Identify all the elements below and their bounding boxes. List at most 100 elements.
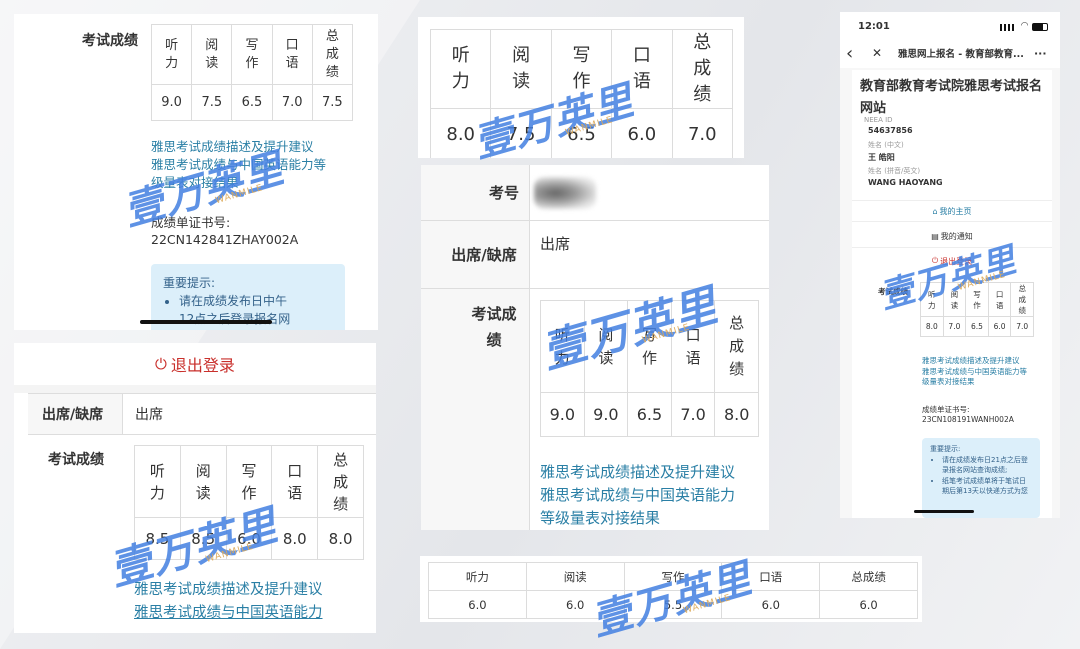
score-label-cell: 考试成绩: [421, 289, 529, 530]
phone-screenshot: 12:01 ◠ ‹ ✕ 雅思网上报名 - 教育部教育... ··· 教育部教育考…: [840, 12, 1060, 518]
attend-value: 出席: [529, 221, 570, 288]
header-reading: 阅读: [942, 282, 967, 317]
score-cse-link[interactable]: 雅思考试成绩与中国英语能力等: [151, 156, 326, 174]
header-char: 总: [333, 450, 349, 469]
status-bar: 12:01 ◠: [840, 12, 1060, 38]
score-label: 考试成绩: [878, 287, 908, 296]
score-links: 雅思考试成绩描述及提升建议 雅思考试成绩与中国英语能力等 级量表对接结果: [151, 138, 326, 192]
header-char: 成: [333, 472, 349, 491]
home-link[interactable]: ⌂ 我的主页: [852, 200, 1052, 222]
header-char: 力: [928, 300, 936, 310]
score-cse-link[interactable]: 雅思考试成绩与中国英语能力等: [922, 367, 1027, 378]
score-total: 8.0: [317, 517, 364, 560]
score-writing: 6.5: [965, 316, 989, 337]
score-card-4: 考号 出席/缺席 出席 考试成绩 听力 阅读 写作 口语 总成绩 9.0 9.0…: [421, 165, 769, 530]
name-en: WANG HAOYANG: [868, 178, 943, 187]
score-listening: 8.5: [134, 517, 181, 560]
header-speaking: 口语: [987, 282, 1012, 317]
attend-label: 出席/缺席: [451, 245, 517, 264]
section-divider: [14, 385, 376, 393]
score-cell-border: [529, 289, 530, 530]
header-writing: 写作: [623, 562, 723, 591]
header-char: 口: [995, 289, 1004, 299]
score-description-link[interactable]: 雅思考试成绩描述及提升建议: [922, 356, 1027, 367]
header-char: 作: [973, 300, 981, 310]
header-char: 语: [285, 55, 299, 71]
header-reading: 阅读: [525, 562, 625, 591]
table-header-row: 听力 阅读 写作 口语 总成绩: [429, 29, 734, 109]
neea-label: NEEA ID: [864, 116, 893, 124]
header-char: 作: [572, 71, 591, 92]
score-cse-link-cont[interactable]: 级量表对接结果: [922, 377, 1027, 388]
score-cse-link-cont[interactable]: 级量表对接结果: [151, 174, 326, 192]
header-char: 作: [245, 55, 259, 71]
home-indicator: [140, 320, 272, 324]
header-char: 力: [149, 483, 165, 502]
score-links: 雅思考试成绩描述及提升建议 雅思考试成绩与中国英语能力等 级量表对接结果: [922, 356, 1027, 388]
attend-value: 出席: [122, 394, 163, 434]
header-char: 阅: [205, 37, 219, 53]
close-icon[interactable]: ✕: [872, 46, 888, 60]
logout-link[interactable]: ⏻ 退出登录: [852, 252, 1052, 270]
name-cn-label: 姓名 (中文): [868, 141, 904, 149]
score-card-1: 考试成绩 听力 阅读 写作 口语 总成绩 9.0 7.5 6.5 7.0 7.5…: [14, 14, 378, 330]
table-row: 6.0 6.0 5.5 6.0 6.0: [428, 590, 918, 619]
score-description-link[interactable]: 雅思考试成绩描述及提升建议: [134, 579, 323, 602]
redaction-blur: [534, 177, 596, 209]
score-speaking: 8.0: [271, 517, 319, 560]
header-char: 写: [641, 325, 657, 344]
table-header-row: 听力 阅读 写作 口语 总成绩: [134, 445, 364, 518]
signal-icon: [1000, 24, 1014, 31]
logout-link[interactable]: 退出登录: [171, 352, 235, 376]
header-char: 阅: [598, 325, 614, 344]
notice-box: 重要提示: 请在成绩发布日21点之后登录报名网站查询成绩; 纸笔考试成绩单将于笔…: [922, 438, 1040, 518]
score-reading: 8.5: [179, 517, 227, 560]
score-listening: 8.0: [920, 316, 944, 337]
back-icon[interactable]: ‹: [846, 43, 864, 64]
score-listening: 9.0: [540, 392, 585, 437]
notice-item: 请在成绩发布日21点之后登录报名网站查询成绩;: [942, 455, 1032, 476]
battery-icon: [1032, 23, 1048, 31]
home-indicator: [914, 510, 974, 513]
notify-link[interactable]: ▤ 我的通知: [852, 226, 1052, 248]
header-listening: 听力: [134, 445, 181, 518]
header-char: 总: [1018, 284, 1026, 293]
score-card-2: 听力 阅读 写作 口语 总成绩 8.0 7.5 6.5 6.0 7.0: [418, 17, 744, 158]
header-char: 听: [149, 461, 165, 480]
header-char: 成: [1018, 295, 1026, 304]
attend-label-cell: 出席/缺席: [421, 221, 529, 288]
notice-title: 重要提示:: [163, 276, 216, 290]
nav-bar: ‹ ✕ 雅思网上报名 - 教育部教育... ···: [840, 38, 1060, 68]
header-char: 总: [693, 32, 712, 53]
header-speaking: 口语: [271, 445, 319, 518]
header-char: 成: [325, 46, 339, 62]
score-cse-link[interactable]: 雅思考试成绩与中国英语能力: [540, 484, 735, 507]
cert-number: 23CN108191WANH002A: [922, 415, 1014, 424]
more-icon[interactable]: ···: [1034, 47, 1047, 60]
header-char: 绩: [1018, 306, 1026, 315]
score-cse-link[interactable]: 雅思考试成绩与中国英语能力: [134, 602, 323, 625]
header-char: 力: [451, 71, 470, 92]
header-char: 读: [195, 483, 211, 502]
header-total: 总成绩: [317, 445, 364, 518]
score-description-link[interactable]: 雅思考试成绩描述及提升建议: [540, 461, 735, 484]
power-icon: ⏻: [155, 355, 167, 373]
name-cn: 王 皓阳: [868, 153, 895, 162]
header-listening: 听力: [150, 24, 193, 85]
score-description-link[interactable]: 雅思考试成绩描述及提升建议: [151, 138, 326, 156]
header-char: 绩: [729, 360, 745, 378]
header-total: 总成绩: [671, 29, 734, 109]
header-char: 阅: [195, 461, 211, 480]
header-char: 口: [685, 325, 701, 344]
header-total: 总成绩: [819, 562, 918, 591]
header-reading: 阅读: [490, 29, 552, 109]
score-cse-link-cont[interactable]: 等级量表对接结果: [540, 507, 735, 530]
header-char: 绩: [693, 84, 712, 105]
score-speaking: 7.0: [271, 84, 313, 121]
score-table: 听力 阅读 写作 口语 总成绩 9.0 9.0 6.5 7.0 8.0: [540, 300, 759, 437]
exam-no-value-redacted: [529, 165, 769, 220]
score-writing: 6.5: [231, 84, 273, 121]
header-char: 总: [729, 314, 745, 332]
header-writing: 写作: [627, 300, 672, 393]
header-char: 读: [950, 300, 959, 310]
